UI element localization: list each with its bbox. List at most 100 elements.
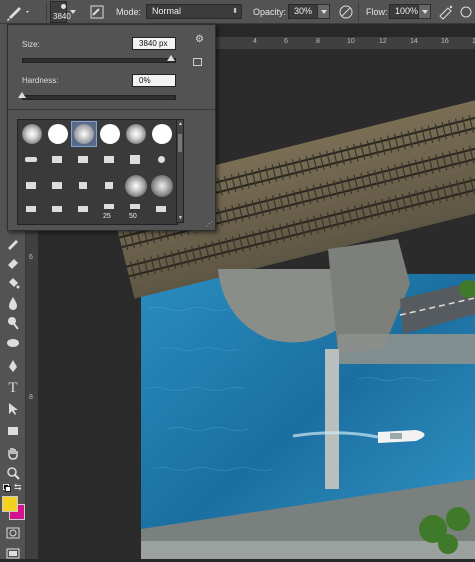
- size-value: 3840 px: [139, 39, 168, 48]
- brush-preset[interactable]: [149, 121, 175, 147]
- type-icon: T: [8, 379, 18, 396]
- brush-preset[interactable]: [149, 173, 175, 199]
- flow-input[interactable]: 100%: [389, 4, 419, 19]
- mode-label: Mode:: [116, 7, 142, 17]
- brush-panel-icon: [90, 5, 104, 19]
- zoom-icon: [7, 467, 20, 480]
- brush-preset[interactable]: 25: [97, 199, 123, 224]
- bridge-column: [325, 349, 339, 489]
- opacity-label: Opacity:: [253, 7, 287, 17]
- gear-icon[interactable]: ⚙: [195, 34, 204, 45]
- brush-icon: [8, 240, 18, 250]
- pressure-opacity-button[interactable]: [338, 0, 354, 24]
- brush-presets-grid: 25 50: [17, 119, 178, 225]
- screen-mode-button[interactable]: [3, 544, 23, 562]
- brush-preset[interactable]: [71, 199, 97, 224]
- brush-size-value: 3840: [53, 12, 71, 21]
- hardness-value: 0%: [139, 76, 151, 85]
- brush-tool[interactable]: [3, 234, 23, 252]
- dodge-tool[interactable]: [3, 314, 23, 332]
- eraser-tool[interactable]: [3, 254, 23, 272]
- paint-bucket-icon: [9, 278, 20, 289]
- flow-dropdown-button[interactable]: [418, 4, 431, 19]
- scroll-down-icon[interactable]: ▼: [178, 215, 183, 221]
- arrow-icon: [9, 403, 18, 415]
- pen-tool[interactable]: [3, 357, 23, 375]
- brush-preset[interactable]: [97, 147, 123, 173]
- presets-scrollbar[interactable]: ▲ ▼: [176, 119, 184, 223]
- dodge-icon: [8, 317, 19, 330]
- brush-preset[interactable]: [71, 147, 97, 173]
- brush-preset[interactable]: [71, 173, 97, 199]
- airbrush-icon: [439, 5, 453, 20]
- new-preset-icon[interactable]: [193, 58, 202, 66]
- brush-preset[interactable]: [19, 173, 45, 199]
- hand-icon: [8, 448, 18, 460]
- scroll-up-icon[interactable]: ▲: [178, 121, 183, 127]
- airbrush-button[interactable]: [438, 0, 454, 24]
- size-slider-thumb[interactable]: [166, 55, 175, 61]
- brush-preset[interactable]: [97, 173, 123, 199]
- ruler-mark: 16: [441, 38, 449, 45]
- brush-preset-picker-panel: Size: 3840 px ⚙ Hardness: 0% 25 50 ▲ ▼ ⋰: [7, 24, 216, 231]
- brush-preset[interactable]: [45, 173, 71, 199]
- brush-preset-selected[interactable]: [71, 121, 97, 147]
- brush-preset[interactable]: [45, 121, 71, 147]
- rectangle-tool[interactable]: [3, 422, 23, 440]
- swap-colors-icon[interactable]: ⇆: [14, 482, 22, 493]
- size-input[interactable]: 3840 px: [132, 37, 176, 50]
- sponge-tool[interactable]: [3, 334, 23, 352]
- default-colors-icon[interactable]: [3, 484, 11, 492]
- zoom-tool[interactable]: [3, 464, 23, 482]
- opacity-input[interactable]: 30%: [288, 4, 318, 19]
- quick-mask-button[interactable]: [3, 524, 23, 542]
- scroll-thumb[interactable]: [178, 134, 182, 152]
- updown-icon: ⬍: [232, 8, 238, 15]
- size-label: Size:: [22, 40, 40, 49]
- divider: [8, 109, 215, 110]
- brush-size-picker[interactable]: 3840: [50, 0, 76, 24]
- brush-preset[interactable]: [45, 147, 71, 173]
- ruler-mark: 10: [347, 38, 355, 45]
- brush-preset[interactable]: [19, 147, 45, 173]
- quick-mask-icon: [6, 527, 20, 539]
- separator: [358, 3, 359, 21]
- flow-value: 100%: [395, 6, 419, 16]
- brush-preset[interactable]: 50: [123, 199, 149, 224]
- opacity-value: 30%: [294, 6, 313, 16]
- brush-preset[interactable]: [97, 121, 123, 147]
- brush-preset[interactable]: [123, 173, 149, 199]
- hardness-label: Hardness:: [22, 76, 59, 85]
- resize-grip-icon[interactable]: ⋰: [206, 220, 213, 228]
- blur-tool[interactable]: [3, 294, 23, 312]
- hardness-slider-thumb[interactable]: [18, 92, 26, 98]
- pressure-size-button[interactable]: [459, 0, 473, 24]
- opacity-dropdown-button[interactable]: [317, 4, 330, 19]
- type-tool[interactable]: T: [3, 379, 23, 397]
- foreground-color-swatch[interactable]: [2, 496, 18, 512]
- brush-preset[interactable]: [45, 199, 71, 224]
- brush-preset[interactable]: [149, 147, 175, 173]
- brush-icon: [7, 7, 29, 21]
- toggle-brush-panel-button[interactable]: [90, 0, 106, 24]
- mode-value: Normal: [152, 6, 182, 16]
- flow-label: Flow:: [366, 7, 388, 17]
- brush-preset[interactable]: [123, 147, 149, 173]
- ruler-mark: 6: [284, 38, 288, 45]
- hand-tool[interactable]: [3, 444, 23, 462]
- brush-tool-preset-picker[interactable]: [4, 0, 34, 24]
- brush-preset[interactable]: [19, 121, 45, 147]
- ruler-mark: 6: [29, 254, 33, 261]
- brush-preset[interactable]: [123, 121, 149, 147]
- brush-preset[interactable]: [149, 199, 175, 224]
- sponge-icon: [7, 339, 19, 347]
- paint-bucket-tool[interactable]: [3, 274, 23, 292]
- hardness-input[interactable]: 0%: [132, 74, 176, 87]
- mode-select[interactable]: Normal ⬍: [146, 4, 242, 19]
- size-slider-track[interactable]: [22, 58, 176, 63]
- path-selection-tool[interactable]: [3, 400, 23, 418]
- hardness-slider-track[interactable]: [22, 95, 176, 100]
- bridge-deck: [338, 334, 475, 364]
- ruler-mark: 8: [316, 38, 320, 45]
- brush-preset[interactable]: [19, 199, 45, 224]
